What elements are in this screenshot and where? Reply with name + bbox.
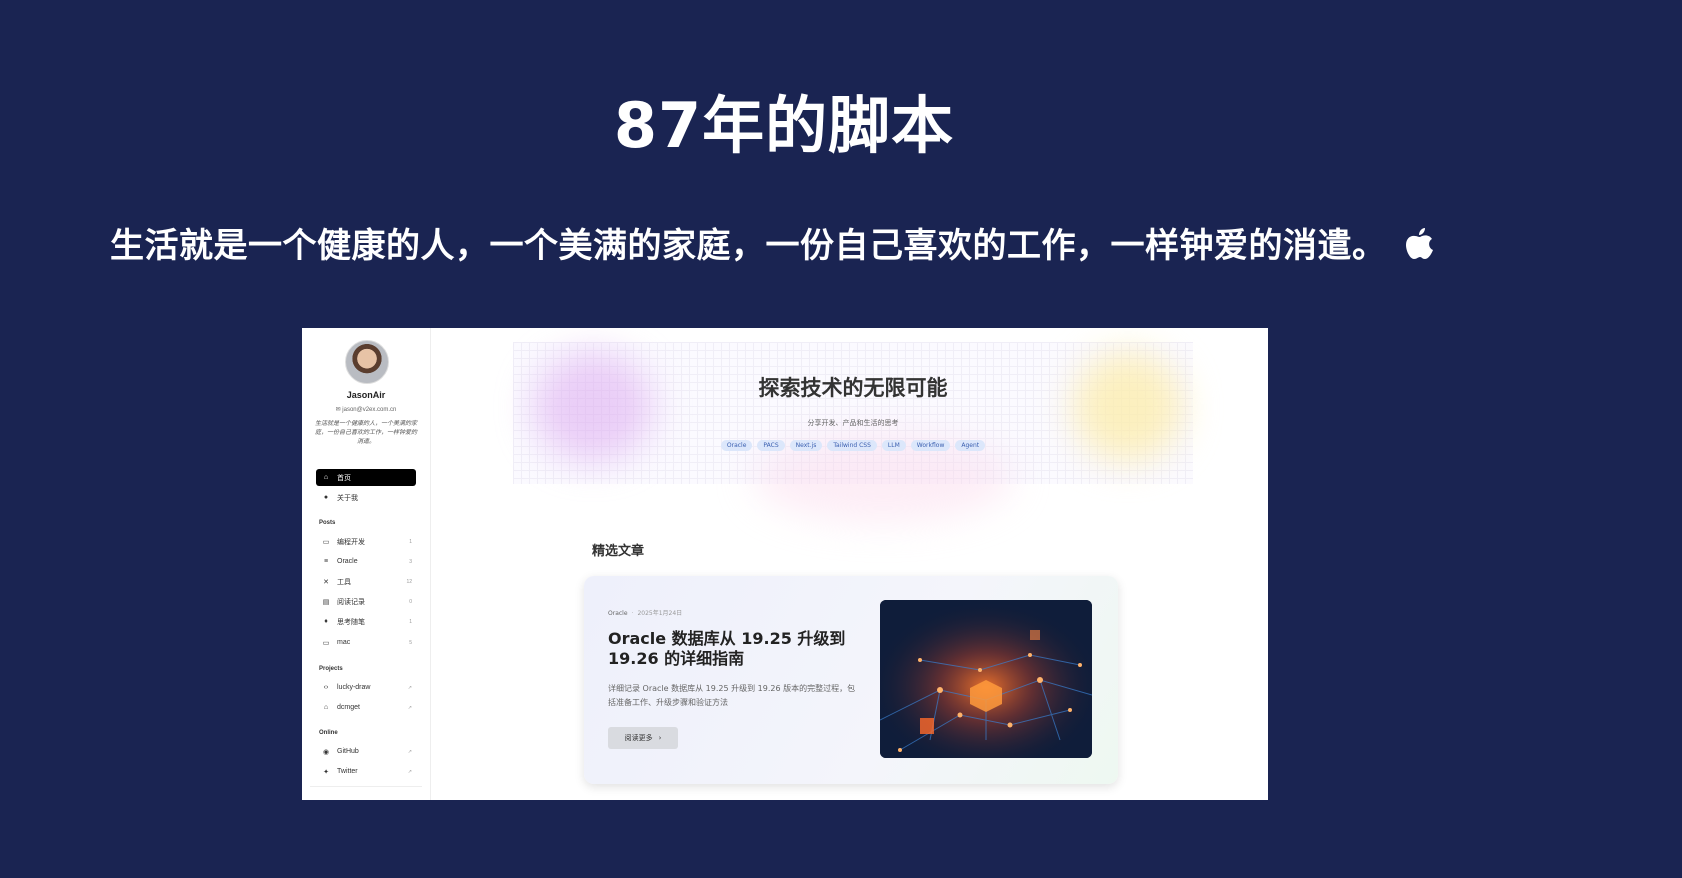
- nav-item-dcmget[interactable]: ⌂ dcmget ↗: [316, 699, 416, 716]
- laptop-icon: ▭: [322, 538, 330, 546]
- avatar: [345, 340, 389, 384]
- nav-item-mac[interactable]: ▭ mac 5: [316, 634, 416, 651]
- posts-heading: Posts: [319, 520, 336, 526]
- divider: [310, 786, 422, 787]
- banner-title: 探索技术的无限可能: [758, 376, 948, 400]
- motto-text: 生活就是一个健康的人，一个美满的家庭，一份自己喜欢的工作，一样钟爱的消遣。: [110, 226, 1387, 266]
- chevron-right-icon: ›: [658, 734, 662, 742]
- user-icon: ●: [323, 494, 329, 501]
- nav-item-thoughts[interactable]: ♦ 思考随笔 1: [316, 613, 416, 630]
- projects-heading: Projects: [319, 666, 343, 672]
- main-content: 探索技术的无限可能 分享开发、产品和生活的思考 Oracle PACS Next…: [431, 328, 1268, 800]
- profile-name: JasonAir: [346, 390, 386, 400]
- laptop-icon: ▭: [322, 639, 330, 647]
- tag-workflow[interactable]: Workflow: [910, 440, 951, 451]
- featured-post-card[interactable]: Oracle · 2025年1月24日 Oracle 数据库从 19.25 升级到 …: [584, 576, 1118, 784]
- external-link-icon: ↗: [407, 768, 412, 775]
- external-link-icon: ↗: [407, 704, 412, 711]
- database-icon: ≡: [323, 558, 329, 565]
- tag-agent[interactable]: Agent: [955, 440, 986, 451]
- tag-tailwind[interactable]: Tailwind CSS: [827, 440, 877, 451]
- tag-nextjs[interactable]: Next.js: [789, 440, 823, 451]
- lightbulb-icon: ♦: [324, 618, 328, 625]
- nav-item-github[interactable]: ◉ GitHub ↗: [316, 743, 416, 760]
- website-screenshot: JasonAir ✉ jason@v2ex.com.cn 生活就是一个健康的人，…: [302, 328, 1268, 800]
- home-icon: ⌂: [323, 474, 329, 481]
- nav-item-tools[interactable]: ✕ 工具 12: [316, 573, 416, 590]
- hero-banner: 探索技术的无限可能 分享开发、产品和生活的思考 Oracle PACS Next…: [513, 342, 1193, 522]
- read-more-button[interactable]: 阅读更多 ›: [608, 727, 678, 749]
- external-link-icon: ↗: [407, 748, 412, 755]
- nav-item-twitter[interactable]: ✦ Twitter ↗: [316, 763, 416, 780]
- tag-llm[interactable]: LLM: [881, 440, 906, 451]
- book-icon: ▤: [322, 598, 330, 606]
- nav-item-programming[interactable]: ▭ 编程开发 1: [316, 533, 416, 550]
- hero-title: 87年的脚本: [613, 89, 955, 162]
- nav-item-reading[interactable]: ▤ 阅读记录 0: [316, 593, 416, 610]
- twitter-icon: ✦: [323, 768, 329, 776]
- post-cover-image: [880, 600, 1092, 758]
- tools-icon: ✕: [323, 578, 329, 586]
- external-link-icon: ↗: [407, 684, 412, 691]
- sidebar: JasonAir ✉ jason@v2ex.com.cn 生活就是一个健康的人，…: [302, 328, 431, 800]
- nav-item-about[interactable]: ● 关于我: [316, 489, 416, 506]
- post-category: Oracle: [608, 610, 628, 617]
- banner-subtitle: 分享开发、产品和生活的思考: [807, 419, 899, 427]
- tag-pacs[interactable]: PACS: [757, 440, 785, 451]
- post-title[interactable]: Oracle 数据库从 19.25 升级到 19.26 的详细指南: [608, 629, 858, 669]
- hero-motto: 生活就是一个健康的人，一个美满的家庭，一份自己喜欢的工作，一样钟爱的消遣。: [110, 218, 1510, 267]
- featured-heading: 精选文章: [592, 544, 645, 559]
- profile-bio: 生活就是一个健康的人，一个美满的家庭，一份自己喜欢的工作，一样钟爱的消遣。: [314, 421, 417, 445]
- tag-list: Oracle PACS Next.js Tailwind CSS LLM Wor…: [513, 440, 1193, 451]
- nav-item-lucky-draw[interactable]: ‹› lucky-draw ↗: [316, 679, 416, 696]
- post-meta: Oracle · 2025年1月24日: [608, 610, 683, 617]
- online-heading: Online: [319, 730, 338, 736]
- circuit-illustration: [880, 600, 1092, 758]
- nav-item-home[interactable]: ⌂ 首页: [316, 469, 416, 486]
- post-description: 详细记录 Oracle 数据库从 19.25 升级到 19.26 版本的完整过程…: [608, 684, 856, 707]
- building-icon: ⌂: [323, 704, 329, 711]
- apple-icon: [1405, 227, 1433, 259]
- profile-email[interactable]: ✉ jason@v2ex.com.cn: [302, 406, 430, 413]
- code-icon: ‹›: [323, 684, 329, 691]
- post-date: 2025年1月24日: [637, 610, 683, 617]
- nav-item-oracle[interactable]: ≡ Oracle 3: [316, 553, 416, 570]
- tag-oracle[interactable]: Oracle: [720, 440, 753, 451]
- github-icon: ◉: [322, 748, 330, 756]
